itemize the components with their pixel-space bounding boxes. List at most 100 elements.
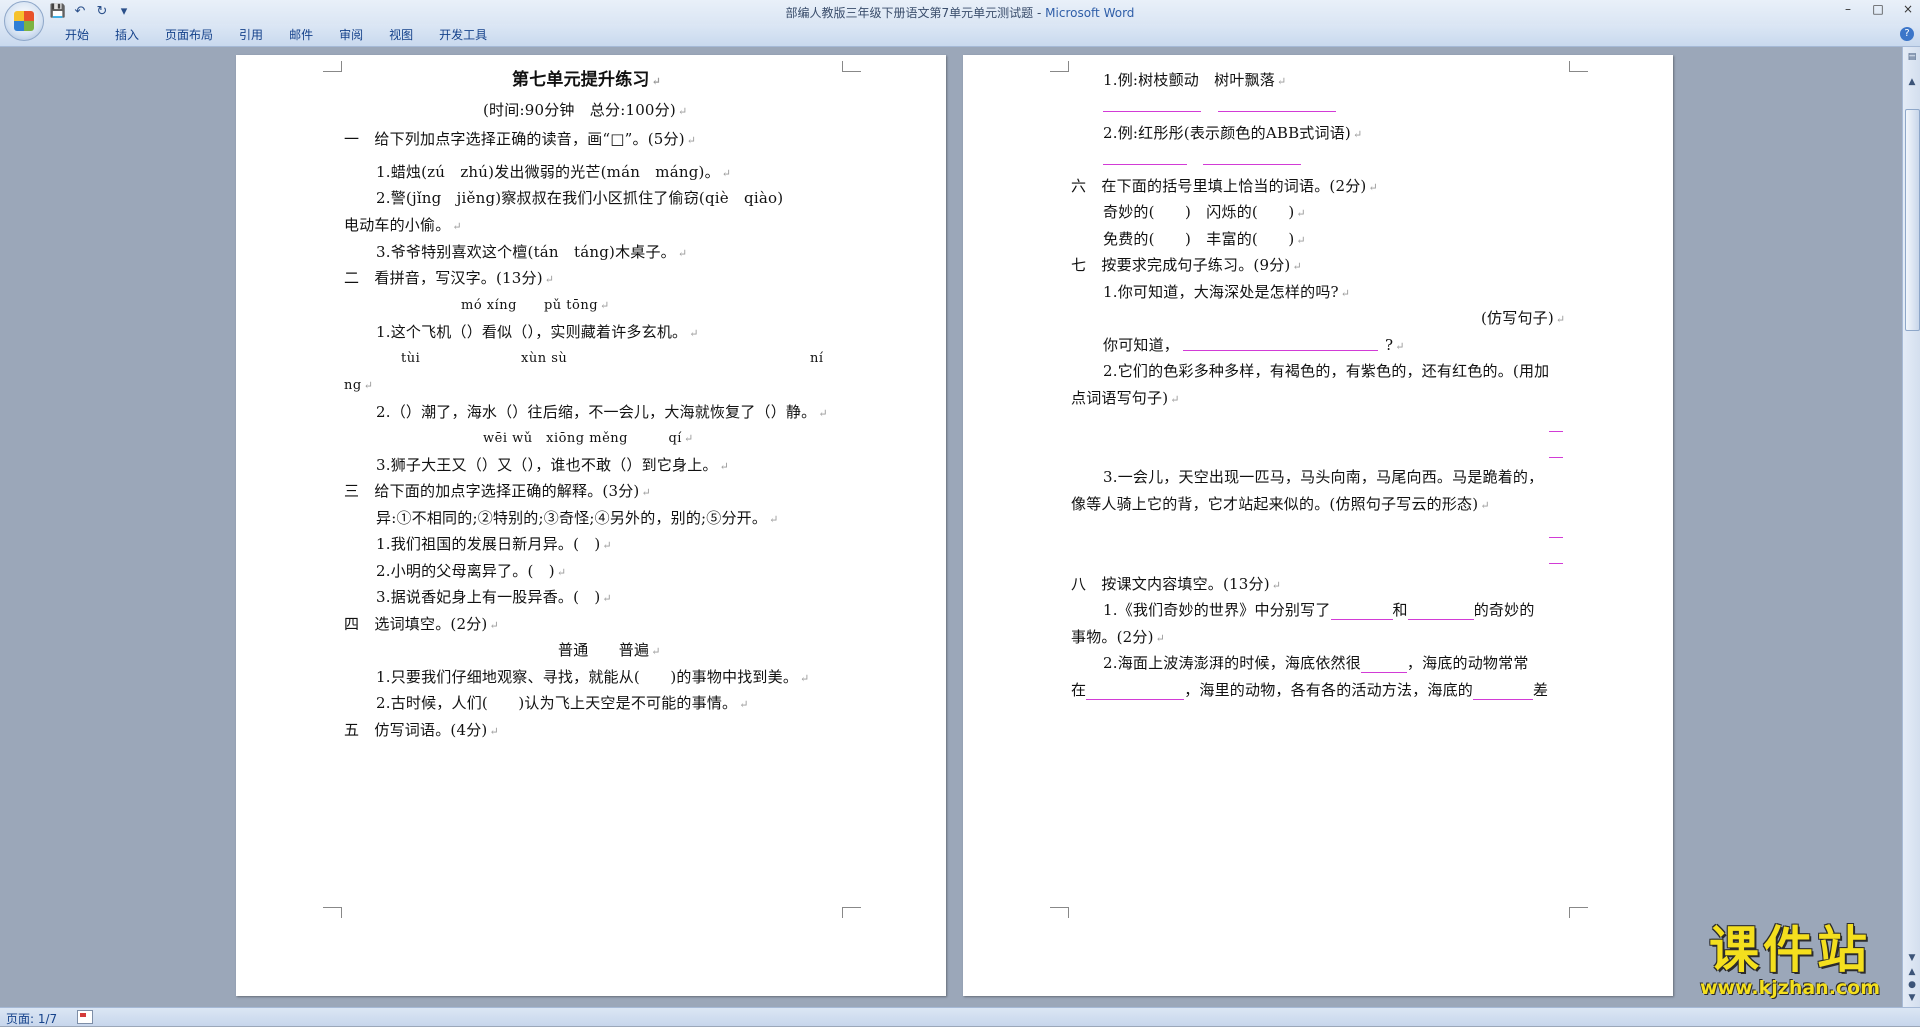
- question-text: 1.你可知道，大海深处是怎样的吗? ↵: [1103, 283, 1351, 301]
- question-text: 1.例:树枝颤动 树叶飘落 ↵: [1103, 71, 1287, 89]
- answer-blank[interactable]: [1407, 605, 1474, 620]
- question-text: 2.古时候，人们( )认为飞上天空是不可能的事情。 ↵: [376, 694, 749, 712]
- question-text: 1.这个飞机（）看似（），实则藏着许多玄机。 ↵: [376, 323, 699, 341]
- section-2-heading: 二 看拼音，写汉字。(13分) ↵: [344, 269, 555, 287]
- page-title: 第七单元提升练习 ↵: [512, 70, 662, 90]
- window-controls: – □ ×: [1842, 2, 1914, 16]
- scroll-thumb[interactable]: [1905, 109, 1920, 331]
- question-text: 2.它们的色彩多种多样，有褐色的，有紫色的，还有红色的。(用加: [1103, 362, 1550, 380]
- question-text: 点词语写句子) ↵: [1071, 389, 1180, 407]
- answer-blank[interactable]: [1103, 164, 1187, 165]
- question-text: 3.据说香妃身上有一股异香。( ) ↵: [376, 588, 612, 606]
- answer-blank[interactable]: [1549, 431, 1563, 432]
- answer-blank[interactable]: [1549, 563, 1563, 564]
- section-5-heading: 五 仿写词语。(4分) ↵: [344, 721, 499, 739]
- answer-blank[interactable]: [1549, 457, 1563, 458]
- vertical-scrollbar[interactable]: ▤ ▲ ▼ ▲ ● ▼: [1902, 47, 1920, 1007]
- pinyin-line: wēi wǔ xiōng měng qí ↵: [483, 431, 694, 446]
- crop-mark: [842, 61, 861, 72]
- help-icon[interactable]: ?: [1900, 27, 1914, 41]
- tab-references[interactable]: 引用: [226, 27, 276, 43]
- ribbon-tabs: 开始 插入 页面布局 引用 邮件 审阅 视图 开发工具: [52, 27, 500, 43]
- pinyin-line: ní: [810, 351, 824, 366]
- question-text: 1.蜡烛(zú zhú)发出微弱的光芒(mán máng)。 ↵: [376, 163, 732, 181]
- tab-page-layout[interactable]: 页面布局: [152, 27, 226, 43]
- pinyin-line: tùi: [401, 351, 421, 366]
- maximize-button[interactable]: □: [1872, 2, 1884, 16]
- status-bar: 页面: 1/7: [0, 1007, 1920, 1026]
- section-7-heading: 七 按要求完成句子练习。(9分) ↵: [1071, 256, 1302, 274]
- close-button[interactable]: ×: [1902, 2, 1914, 16]
- exam-time-info: (时间:90分钟 总分:100分) ↵: [483, 101, 688, 119]
- tab-review[interactable]: 审阅: [326, 27, 376, 43]
- document-page-2[interactable]: 1.例:树枝颤动 树叶飘落 ↵ 2.例:红彤彤(表示颜色的ABB式词语) ↵ 六 在…: [963, 55, 1673, 996]
- app-name: Microsoft Word: [1045, 6, 1135, 20]
- crop-mark: [1050, 61, 1069, 72]
- section-8-heading: 八 按课文内容填空。(13分) ↵: [1071, 575, 1282, 593]
- question-text: 3.狮子大王又（）又（），谁也不敢（）到它身上。 ↵: [376, 456, 730, 474]
- question-text: 2.例:红彤彤(表示颜色的ABB式词语) ↵: [1103, 124, 1363, 142]
- question-text: 3.爷爷特别喜欢这个檀(tán táng)木桌子。 ↵: [376, 243, 688, 261]
- crop-mark: [842, 907, 861, 918]
- answer-blank[interactable]: [1183, 350, 1378, 351]
- section-1-heading: 一 给下列加点字选择正确的读音，画“□”。(5分) ↵: [344, 130, 697, 148]
- question-text: 1.《我们奇妙的世界》中分别写了和的奇妙的: [1103, 601, 1535, 620]
- crop-mark: [323, 907, 342, 918]
- minimize-button[interactable]: –: [1842, 2, 1854, 16]
- answer-blank[interactable]: [1549, 537, 1563, 538]
- page-count[interactable]: 页面: 1/7: [6, 1010, 57, 1027]
- instruction-text: (仿写句子) ↵: [1481, 309, 1566, 327]
- question-text: 电动车的小偷。 ↵: [344, 216, 462, 234]
- site-watermark-logo: 课件站 www.kjzhan.com: [1670, 922, 1910, 1002]
- tab-developer[interactable]: 开发工具: [426, 27, 500, 43]
- document-name: 部编人教版三年级下册语文第7单元单元测试题: [785, 6, 1034, 20]
- scroll-up-icon[interactable]: ▲: [1906, 77, 1918, 89]
- question-text: 3.一会儿，天空出现一匹马，马头向南，马尾向西。马是跪着的，: [1103, 468, 1544, 486]
- answer-blank[interactable]: [1330, 605, 1393, 620]
- question-text: 事物。(2分) ↵: [1071, 628, 1166, 646]
- answer-blank[interactable]: [1218, 111, 1336, 112]
- title-separator: -: [1033, 6, 1046, 20]
- pinyin-line: xùn sù: [521, 351, 568, 366]
- answer-blank[interactable]: [1203, 164, 1301, 165]
- tab-view[interactable]: 视图: [376, 27, 426, 43]
- watermark-url: www.kjzhan.com: [1699, 977, 1881, 999]
- answer-blank[interactable]: [1103, 111, 1201, 112]
- question-text: 像等人骑上它的背，它才站起来似的。(仿照句子写云的形态) ↵: [1071, 495, 1490, 513]
- question-text: 1.我们祖国的发展日新月异。( ) ↵: [376, 535, 612, 553]
- section-4-heading: 四 选词填空。(2分) ↵: [344, 615, 499, 633]
- spelling-check-icon[interactable]: [77, 1010, 93, 1024]
- document-page-1[interactable]: 第七单元提升练习 ↵ (时间:90分钟 总分:100分) ↵ 一 给下列加点字选择正…: [236, 55, 946, 996]
- answer-blank[interactable]: [1473, 685, 1534, 700]
- crop-mark: [1050, 907, 1069, 918]
- office-logo-icon: [14, 11, 34, 31]
- tab-home[interactable]: 开始: [52, 27, 102, 43]
- window-title: 部编人教版三年级下册语文第7单元单元测试题 - Microsoft Word: [0, 4, 1920, 21]
- question-text: 免费的( ) 丰富的( ) ↵: [1103, 230, 1306, 248]
- crop-mark: [323, 61, 342, 72]
- question-text: 2.海面上波涛澎湃的时候，海底依然很 ，海底的动物常常: [1103, 654, 1529, 673]
- tab-mailings[interactable]: 邮件: [276, 27, 326, 43]
- title-bar: 💾 ↶ ↻ ▾ 部编人教版三年级下册语文第7单元单元测试题 - Microsof…: [0, 0, 1920, 41]
- crop-mark: [1569, 907, 1588, 918]
- answer-blank[interactable]: [1086, 685, 1185, 700]
- question-text: 在，海里的动物，各有各的活动方法，海底的差: [1071, 681, 1549, 700]
- office-button[interactable]: [4, 1, 44, 41]
- crop-mark: [1569, 61, 1588, 72]
- question-text: 异:①不相同的;②特别的;③奇怪;④另外的，别的;⑤分开。 ↵: [376, 509, 779, 527]
- section-3-heading: 三 给下面的加点字选择正确的解释。(3分) ↵: [344, 482, 651, 500]
- answer-blank[interactable]: [1360, 658, 1407, 673]
- tab-insert[interactable]: 插入: [102, 27, 152, 43]
- document-area[interactable]: 第七单元提升练习 ↵ (时间:90分钟 总分:100分) ↵ 一 给下列加点字选择正…: [0, 47, 1902, 1007]
- ribbon-tab-bar: 开始 插入 页面布局 引用 邮件 审阅 视图 开发工具 ?: [0, 24, 1920, 47]
- question-text: 2.警(jǐng jiěng)察叔叔在我们小区抓住了偷窃(qiè qiào): [376, 189, 784, 207]
- question-text: 2.小明的父母离异了。( ) ↵: [376, 562, 567, 580]
- pinyin-line: mó xíng pǔ tōng ↵: [461, 298, 610, 313]
- question-text: 2.（）潮了，海水（）往后缩，不一会儿，大海就恢复了（）静。 ↵: [376, 403, 828, 421]
- section-6-heading: 六 在下面的括号里填上恰当的词语。(2分) ↵: [1071, 177, 1378, 195]
- pinyin-line: ng ↵: [344, 378, 374, 393]
- ruler-toggle-icon[interactable]: ▤: [1907, 52, 1917, 62]
- watermark-title: 课件站: [1709, 921, 1871, 979]
- question-text: ? ↵: [1385, 336, 1405, 354]
- question-text: 奇妙的( ) 闪烁的( ) ↵: [1103, 203, 1306, 221]
